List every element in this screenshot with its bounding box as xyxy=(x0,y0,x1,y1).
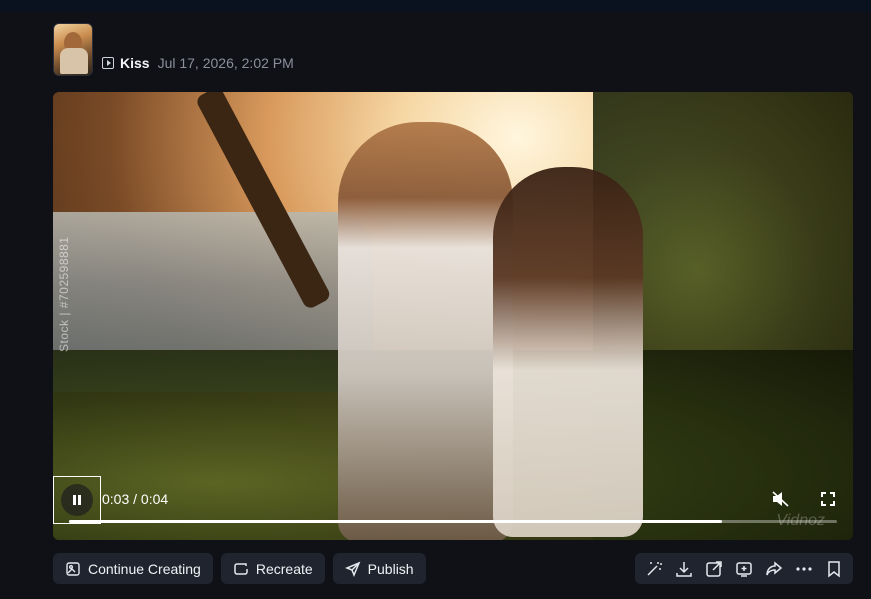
mute-icon[interactable] xyxy=(771,490,791,508)
progress-track[interactable] xyxy=(69,520,837,523)
time-display: 0:03 / 0:04 xyxy=(102,491,169,507)
recreate-icon xyxy=(234,562,248,575)
item-meta: Kiss Jul 17, 2026, 2:02 PM xyxy=(102,54,294,72)
action-buttons: Continue Creating Recreate Publish xyxy=(53,553,426,584)
share-button[interactable] xyxy=(764,559,784,579)
top-bar xyxy=(0,0,871,12)
item-header: Kiss Jul 17, 2026, 2:02 PM xyxy=(53,22,294,76)
item-date: Jul 17, 2026, 2:02 PM xyxy=(157,55,294,71)
continue-creating-button[interactable]: Continue Creating xyxy=(53,553,213,584)
share-icon xyxy=(766,560,783,575)
item-title: Kiss xyxy=(120,55,150,71)
magic-wand-icon xyxy=(647,561,662,576)
download-button[interactable] xyxy=(674,559,694,579)
tool-bar xyxy=(635,553,853,584)
progress-fill xyxy=(69,520,722,523)
recreate-label: Recreate xyxy=(255,560,313,577)
video-icon xyxy=(102,57,114,69)
caption-icon xyxy=(736,561,752,577)
fullscreen-icon[interactable] xyxy=(819,490,837,508)
more-button[interactable] xyxy=(794,559,814,579)
more-icon xyxy=(796,566,812,571)
video-player[interactable]: Stock | #702598881 Vidnoz 0:03 / 0:04 xyxy=(53,92,853,540)
bookmark-icon xyxy=(828,560,840,578)
export-icon xyxy=(706,560,722,577)
send-icon xyxy=(344,561,361,577)
publish-button[interactable]: Publish xyxy=(332,553,426,584)
publish-label: Publish xyxy=(367,560,414,577)
continue-creating-label: Continue Creating xyxy=(88,560,201,577)
pause-button[interactable] xyxy=(53,476,101,524)
stock-watermark: Stock | #702598881 xyxy=(57,236,71,352)
bookmark-button[interactable] xyxy=(824,559,844,579)
thumbnail[interactable] xyxy=(53,23,93,76)
image-edit-icon xyxy=(66,561,80,576)
download-icon xyxy=(676,561,692,577)
export-button[interactable] xyxy=(704,559,724,579)
magic-wand-button[interactable] xyxy=(644,559,664,579)
caption-button[interactable] xyxy=(734,559,754,579)
recreate-button[interactable]: Recreate xyxy=(220,553,325,584)
pause-icon xyxy=(73,495,81,505)
player-controls: 0:03 / 0:04 xyxy=(53,468,853,540)
